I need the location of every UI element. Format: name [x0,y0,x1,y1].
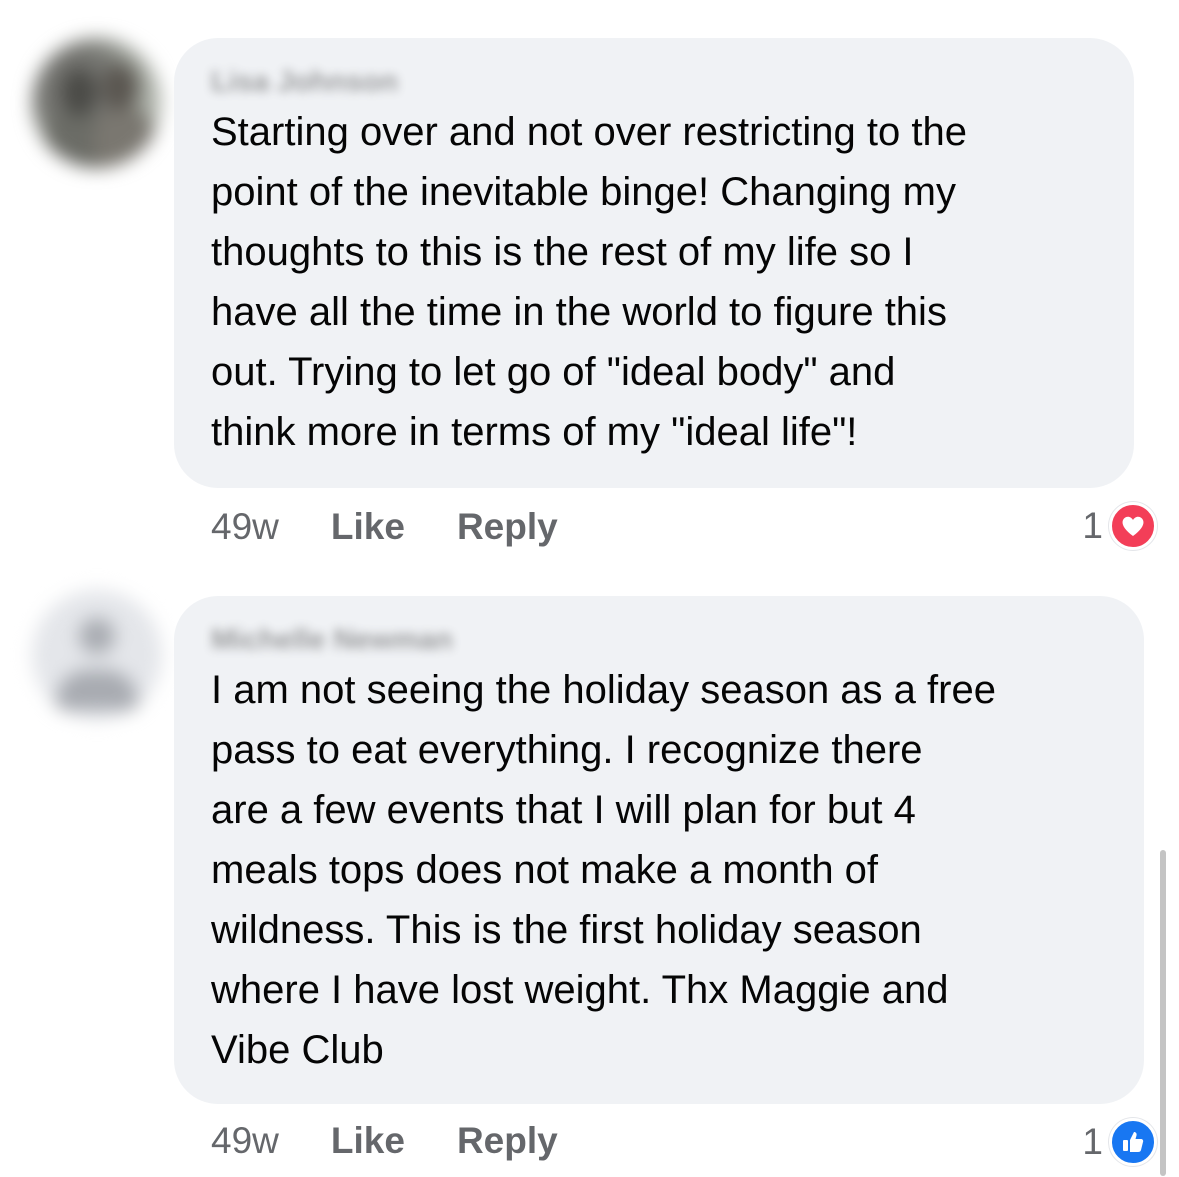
comment-author[interactable]: Michelle Newman [211,620,1114,660]
comment-actions: 49w Like Reply [211,1120,558,1162]
like-button[interactable]: Like [331,1120,405,1162]
reaction-count: 1 [1082,505,1103,546]
reaction-count: 1 [1082,1121,1103,1162]
comment-text: Starting over and not over restricting t… [211,110,967,454]
reaction-summary[interactable]: 1 [1082,502,1157,550]
comment-bubble: Michelle Newman I am not seeing the holi… [174,596,1144,1104]
scrollbar[interactable] [1160,850,1166,1176]
comments-thread: Lisa Johnson Starting over and not over … [0,0,1179,1177]
avatar[interactable] [32,38,162,168]
avatar[interactable] [32,590,162,720]
thumbs-up-icon [1109,1118,1157,1166]
comment-author[interactable]: Lisa Johnson [211,62,1104,102]
like-button[interactable]: Like [331,506,405,548]
reply-button[interactable]: Reply [457,1120,558,1162]
comment-timestamp[interactable]: 49w [211,1120,279,1162]
comment-text: I am not seeing the holiday season as a … [211,668,996,1072]
reaction-summary[interactable]: 1 [1082,1118,1157,1166]
comment-timestamp[interactable]: 49w [211,506,279,548]
comment-actions: 49w Like Reply [211,506,558,548]
love-icon [1109,502,1157,550]
comment-bubble: Lisa Johnson Starting over and not over … [174,38,1134,488]
reply-button[interactable]: Reply [457,506,558,548]
